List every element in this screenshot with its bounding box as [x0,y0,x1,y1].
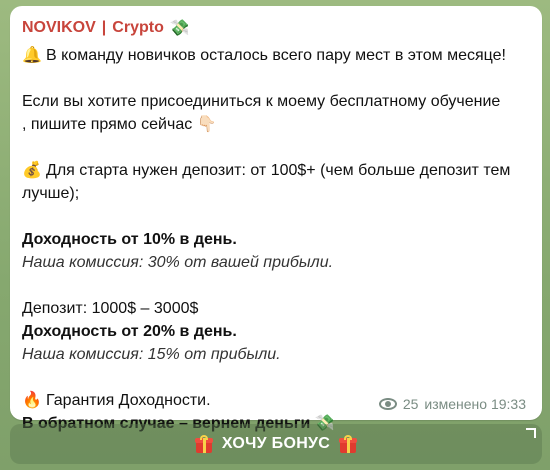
text-line-bold: Доходность от 10% в день. [22,231,237,248]
text-line: , пишите прямо сейчас 👇🏻 [22,116,217,133]
bonus-button-label: ХОЧУ БОНУС [221,435,331,452]
text-line-italic: Наша комиссия: 15% от прибыли. [22,346,281,363]
bonus-button[interactable]: ХОЧУ БОНУС [10,424,542,464]
edited-timestamp: изменено 19:33 [424,396,526,412]
text-line: Депозит: 1000$ – 3000$ [22,300,199,317]
text-line: 💰 Для старта нужен депозит: от 100$+ (чем… [22,159,532,182]
bell-icon: 🔔 [22,47,42,64]
text-line-bold: Доходность от 20% в день. [22,323,237,340]
text-line: Если вы хотите присоединиться к моему бе… [22,93,501,110]
header-separator: | [101,19,107,36]
message-bubble[interactable]: NOVIKOV | Crypto 💸 🔔 В команду новичков о… [10,6,542,432]
message-text: 🔔 В команду новичков осталось всего пару … [22,44,532,435]
message-meta: 25 изменено 19:33 [378,396,526,412]
gift-icon [338,435,358,453]
text-line: 🔔 В команду новичков осталось всего пару … [22,44,532,67]
pointing-down-hand-icon: 👇🏻 [196,116,217,133]
money-with-wings-icon: 💸 [169,20,190,37]
gift-icon [194,435,214,453]
text-line: лучше); [22,185,80,202]
fire-icon: 🔥 [22,392,42,409]
eye-icon [378,398,397,410]
external-link-arrow-icon [526,428,536,438]
text-line-italic: Наша комиссия: 30% от вашей прибыли. [22,254,334,271]
channel-suffix[interactable]: Crypto [112,19,164,37]
view-count: 25 [402,396,419,412]
channel-name[interactable]: NOVIKOV [22,19,96,37]
money-bag-icon: 💰 [22,162,42,179]
message-header: NOVIKOV | Crypto 💸 [22,18,190,38]
